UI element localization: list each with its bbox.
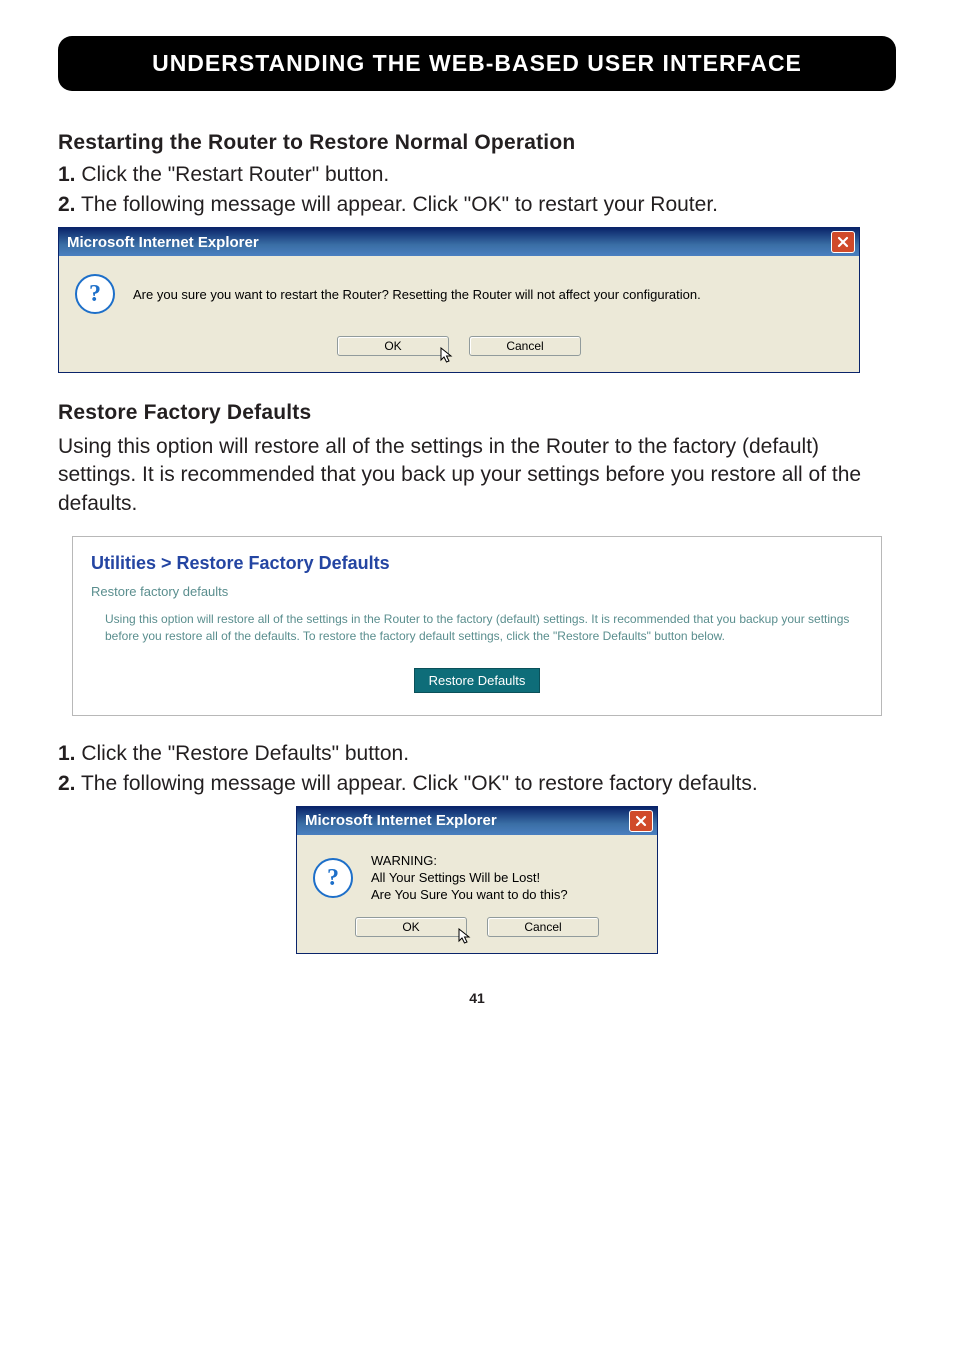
ok-button[interactable]: OK bbox=[355, 917, 467, 937]
dialog-titlebar: Microsoft Internet Explorer bbox=[59, 228, 859, 256]
cancel-button[interactable]: Cancel bbox=[469, 336, 581, 356]
heading-restore-defaults: Restore Factory Defaults bbox=[58, 401, 896, 425]
question-icon: ? bbox=[75, 274, 115, 314]
confirm-restart-dialog: Microsoft Internet Explorer ? Are you su… bbox=[58, 227, 860, 373]
ok-button[interactable]: OK bbox=[337, 336, 449, 356]
confirm-restore-dialog: Microsoft Internet Explorer ? WARNING: A… bbox=[296, 806, 658, 955]
warning-line-3: Are You Sure You want to do this? bbox=[371, 887, 641, 904]
cancel-button[interactable]: Cancel bbox=[487, 917, 599, 937]
restore-defaults-panel: Utilities > Restore Factory Defaults Res… bbox=[72, 536, 882, 716]
dialog-title: Microsoft Internet Explorer bbox=[305, 812, 497, 829]
restart-step-2: 2. The following message will appear. Cl… bbox=[58, 193, 896, 217]
step-text: The following message will appear. Click… bbox=[76, 772, 758, 795]
close-icon[interactable] bbox=[831, 231, 855, 253]
ok-button-label: OK bbox=[402, 920, 419, 934]
ok-button-label: OK bbox=[384, 339, 401, 353]
step-text: Click the "Restart Router" button. bbox=[76, 163, 390, 186]
page-header-title: UNDERSTANDING THE WEB-BASED USER INTERFA… bbox=[152, 50, 802, 76]
step-number: 2. bbox=[58, 772, 76, 795]
restore-step-1: 1. Click the "Restore Defaults" button. bbox=[58, 742, 896, 766]
step-number: 1. bbox=[58, 163, 76, 186]
dialog-title: Microsoft Internet Explorer bbox=[67, 234, 259, 251]
cancel-button-label: Cancel bbox=[524, 920, 561, 934]
close-icon[interactable] bbox=[629, 810, 653, 832]
warning-line-1: WARNING: bbox=[371, 853, 641, 870]
warning-line-2: All Your Settings Will be Lost! bbox=[371, 870, 641, 887]
panel-body-text: Using this option will restore all of th… bbox=[91, 611, 863, 646]
restore-defaults-description: Using this option will restore all of th… bbox=[58, 433, 896, 518]
step-text: Click the "Restore Defaults" button. bbox=[76, 742, 410, 765]
step-number: 1. bbox=[58, 742, 76, 765]
step-text: The following message will appear. Click… bbox=[76, 193, 718, 216]
cursor-icon bbox=[440, 347, 454, 365]
restore-defaults-button[interactable]: Restore Defaults bbox=[414, 668, 541, 693]
restart-step-1: 1. Click the "Restart Router" button. bbox=[58, 163, 896, 187]
restore-defaults-button-label: Restore Defaults bbox=[429, 673, 526, 688]
page-number: 41 bbox=[58, 990, 896, 1006]
page-header: UNDERSTANDING THE WEB-BASED USER INTERFA… bbox=[58, 36, 896, 91]
dialog-message: Are you sure you want to restart the Rou… bbox=[133, 287, 843, 302]
question-icon: ? bbox=[313, 858, 353, 898]
heading-restart-router: Restarting the Router to Restore Normal … bbox=[58, 131, 896, 155]
cancel-button-label: Cancel bbox=[506, 339, 543, 353]
panel-title: Utilities > Restore Factory Defaults bbox=[91, 553, 863, 574]
panel-subtitle: Restore factory defaults bbox=[91, 584, 863, 599]
restore-step-2: 2. The following message will appear. Cl… bbox=[58, 772, 896, 796]
dialog-titlebar: Microsoft Internet Explorer bbox=[297, 807, 657, 835]
cursor-icon bbox=[458, 928, 472, 946]
dialog-message: WARNING: All Your Settings Will be Lost!… bbox=[371, 853, 641, 904]
step-number: 2. bbox=[58, 193, 76, 216]
